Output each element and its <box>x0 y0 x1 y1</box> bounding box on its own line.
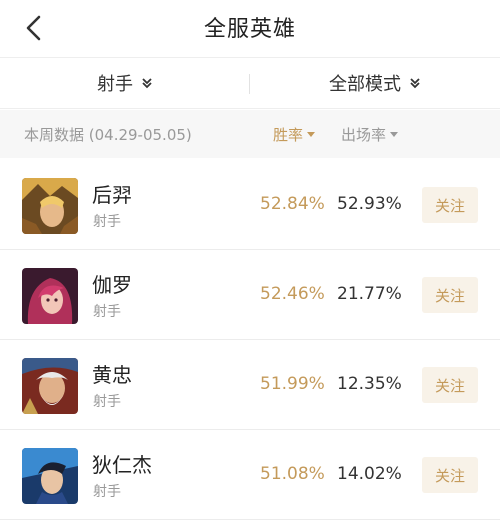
follow-button[interactable]: 关注 <box>422 457 478 493</box>
hero-win-rate: 51.99% <box>260 374 325 394</box>
hero-pick-rate: 14.02% <box>337 464 402 484</box>
sort-by-pickrate[interactable]: 出场率 <box>341 124 399 145</box>
hero-role: 射手 <box>93 484 121 500</box>
role-filter-dropdown[interactable]: 射手 <box>0 58 250 108</box>
hero-name: 后羿 <box>92 183 132 207</box>
hero-row[interactable]: 黄忠 射手 51.99% 12.35% 关注 <box>0 340 500 430</box>
triangle-down-icon <box>390 132 399 137</box>
hero-role: 射手 <box>93 304 121 320</box>
stats-subheader: 本周数据 (04.29-05.05) 胜率 出场率 <box>0 110 500 158</box>
sort-by-winrate[interactable]: 胜率 <box>273 124 316 145</box>
hero-row[interactable]: 伽罗 射手 52.46% 21.77% 关注 <box>0 250 500 340</box>
hero-name: 狄仁杰 <box>92 453 152 477</box>
follow-button[interactable]: 关注 <box>422 187 478 223</box>
hero-role: 射手 <box>93 214 121 230</box>
hero-row[interactable]: 后羿 射手 52.84% 52.93% 关注 <box>0 160 500 250</box>
week-range-label: 本周数据 (04.29-05.05) <box>24 126 192 144</box>
hero-name: 黄忠 <box>92 363 132 387</box>
hero-avatar <box>22 358 78 414</box>
sort-pickrate-label: 出场率 <box>341 126 387 144</box>
hero-role: 射手 <box>93 394 121 410</box>
mode-filter-label: 全部模式 <box>329 74 401 95</box>
page-title: 全服英雄 <box>203 17 296 42</box>
hero-win-rate: 52.46% <box>260 284 325 304</box>
mode-filter-dropdown[interactable]: 全部模式 <box>250 58 500 108</box>
hero-name: 伽罗 <box>92 273 132 297</box>
filter-bar: 射手 全部模式 <box>0 57 500 109</box>
hero-row[interactable]: 狄仁杰 射手 51.08% 14.02% 关注 <box>0 430 500 520</box>
hero-win-rate: 51.08% <box>260 464 325 484</box>
header-bar: 全服英雄 <box>0 0 500 56</box>
double-chevron-down-icon <box>141 77 153 89</box>
sort-winrate-label: 胜率 <box>273 126 304 144</box>
double-chevron-down-icon <box>409 77 421 89</box>
hero-pick-rate: 52.93% <box>337 194 402 214</box>
hero-avatar <box>22 448 78 504</box>
hero-avatar <box>22 268 78 324</box>
follow-button[interactable]: 关注 <box>422 277 478 313</box>
role-filter-label: 射手 <box>97 74 133 95</box>
hero-avatar <box>22 178 78 234</box>
hero-win-rate: 52.84% <box>260 194 325 214</box>
follow-button[interactable]: 关注 <box>422 367 478 403</box>
triangle-down-icon <box>307 132 316 137</box>
hero-pick-rate: 21.77% <box>337 284 402 304</box>
hero-pick-rate: 12.35% <box>337 374 402 394</box>
